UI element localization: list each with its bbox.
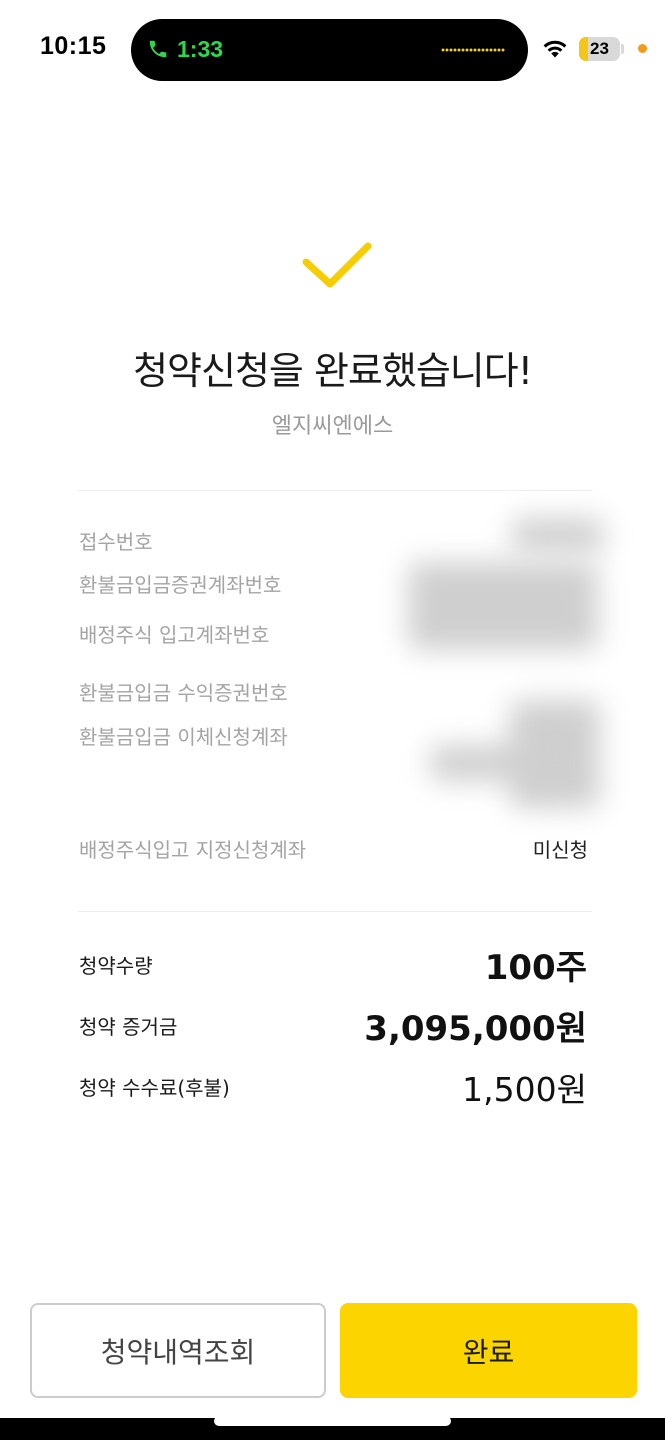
receipt-number-redacted — [512, 518, 604, 552]
account-numbers-redacted — [408, 562, 598, 650]
dynamic-island-call[interactable]: 1:33 — [131, 19, 528, 81]
status-time: 10:15 — [40, 32, 107, 60]
call-duration: 1:33 — [177, 36, 224, 62]
audio-wave-icon — [441, 48, 505, 52]
divider-top — [78, 490, 592, 491]
receipt-number-label: 접수번호 — [79, 530, 153, 554]
quantity-label: 청약수량 — [79, 954, 153, 978]
stock-account-label: 배정주식 입고계좌번호 — [79, 623, 270, 647]
battery-level: 23 — [590, 39, 609, 58]
check-icon — [302, 242, 372, 288]
refund-transfer-label: 환불금입금 이체신청계좌 — [79, 725, 288, 749]
divider-middle — [78, 911, 592, 912]
refund-broker-label: 환불금입금 수익증권번호 — [79, 681, 288, 705]
battery-tip — [621, 44, 624, 54]
phone-icon — [149, 40, 167, 58]
wifi-icon — [543, 40, 567, 58]
fee-value: 1,500원 — [462, 1070, 587, 1109]
designated-account-value: 미신청 — [532, 838, 588, 862]
transfer-account-redacted-2 — [430, 745, 550, 781]
privacy-indicator-dot — [638, 44, 647, 53]
deposit-value: 3,095,000원 — [364, 1009, 587, 1049]
fee-label: 청약 수수료(후불) — [79, 1076, 230, 1100]
refund-account-label: 환불금입금증권계좌번호 — [79, 573, 282, 597]
quantity-value: 100주 — [484, 948, 587, 988]
page-title: 청약신청을 완료했습니다! — [133, 349, 533, 393]
subscription-complete-screen: 10:15 1:33 23 청약신청을 완료했습니다! 엘지씨엔에스 접수번호 … — [0, 0, 665, 1440]
done-button[interactable]: 완료 — [340, 1303, 637, 1398]
designated-account-label: 배정주식입고 지정신청계좌 — [79, 838, 307, 862]
battery-icon: 23 — [579, 37, 620, 61]
home-indicator[interactable] — [214, 1416, 451, 1426]
company-name: 엘지씨엔에스 — [271, 414, 394, 439]
deposit-label: 청약 증거금 — [79, 1015, 178, 1039]
history-button[interactable]: 청약내역조회 — [30, 1303, 326, 1398]
